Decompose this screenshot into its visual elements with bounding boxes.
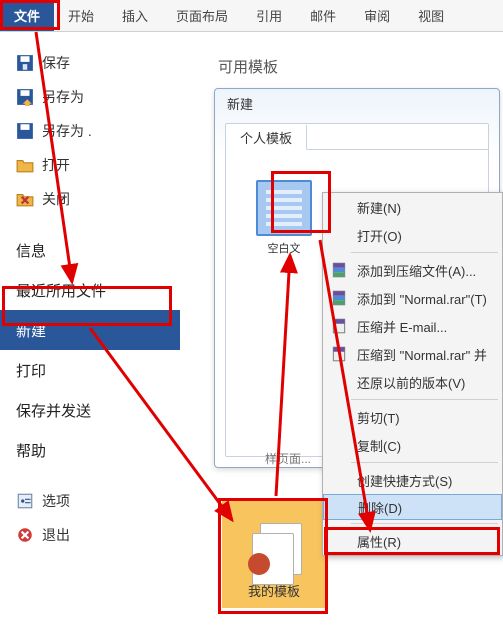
annotation-arrows (0, 0, 503, 628)
